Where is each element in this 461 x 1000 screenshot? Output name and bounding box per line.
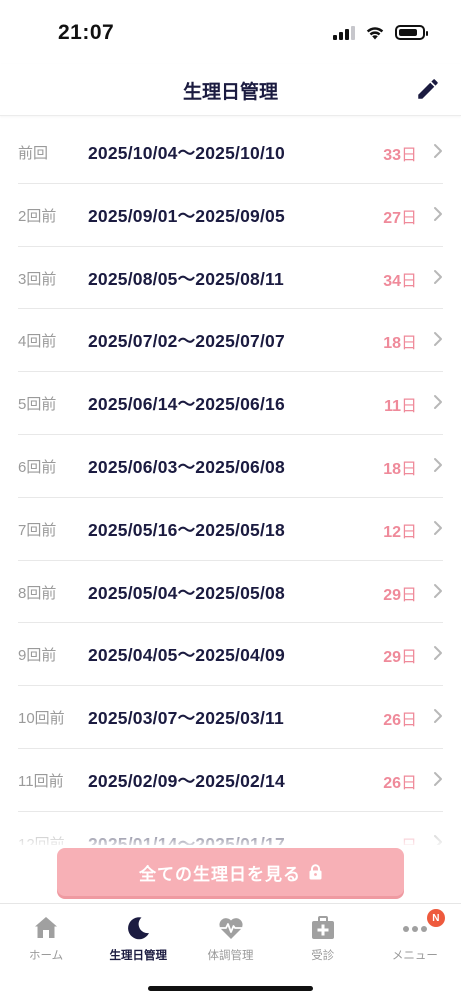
- period-index-label: 11回前: [18, 772, 64, 790]
- more-dots-icon: [402, 926, 427, 932]
- cycle-days: 日: [401, 832, 417, 845]
- period-row[interactable]: 6回前 2025/06/03〜2025/06/08 18日: [18, 435, 443, 498]
- chevron-right-icon: [434, 457, 442, 472]
- home-icon: [35, 917, 58, 938]
- period-row[interactable]: 9回前 2025/04/05〜2025/04/09 29日: [18, 623, 443, 687]
- period-date-range: 2025/05/04〜2025/05/08: [88, 582, 285, 603]
- status-time: 21:07: [58, 21, 115, 44]
- period-list: 前回 2025/10/04〜2025/10/10 33日 2回前 2025/09…: [0, 121, 461, 845]
- heart-pulse-icon: [218, 918, 243, 939]
- period-date-range: 2025/05/16〜2025/05/18: [88, 519, 285, 540]
- cycle-days: 27日: [383, 209, 417, 227]
- see-all-label: 全ての生理日を見る: [139, 864, 301, 884]
- cycle-days: 34日: [383, 272, 417, 290]
- cycle-days: 18日: [383, 335, 417, 353]
- period-row[interactable]: 2回前 2025/09/01〜2025/09/05 27日: [18, 184, 443, 247]
- period-index-label: 12回前: [18, 835, 65, 845]
- page-title: 生理日管理: [182, 82, 278, 103]
- period-row[interactable]: 11回前 2025/02/09〜2025/02/14 26日: [18, 749, 443, 812]
- status-icons: [333, 25, 428, 40]
- wifi-icon: [366, 27, 384, 40]
- period-row[interactable]: 8回前 2025/05/04〜2025/05/08 29日: [18, 561, 443, 624]
- chevron-right-icon: [434, 144, 442, 158]
- lock-icon: [309, 864, 322, 880]
- tab-label: 生理日管理: [109, 950, 168, 962]
- tab-home[interactable]: ホーム: [0, 904, 92, 1000]
- cycle-days: 26日: [383, 774, 417, 792]
- cycle-days: 18日: [383, 460, 417, 478]
- chevron-right-icon: [434, 206, 442, 221]
- period-index-label: 5回前: [18, 396, 57, 414]
- chevron-right-icon: [434, 771, 442, 786]
- period-date-range: 2025/06/14〜2025/06/16: [88, 394, 285, 415]
- tab-label: メニュー: [391, 950, 438, 962]
- period-row[interactable]: 前回 2025/10/04〜2025/10/10 33日: [18, 121, 443, 184]
- tab-label: ホーム: [29, 950, 64, 962]
- period-row[interactable]: 3回前 2025/08/05〜2025/08/11 34日: [18, 247, 443, 310]
- period-date-range: 2025/10/04〜2025/10/10: [88, 143, 285, 163]
- cellular-signal-icon: [333, 25, 355, 40]
- see-all-periods-button[interactable]: 全ての生理日を見る: [57, 848, 404, 896]
- chevron-right-icon: [434, 395, 442, 410]
- moon-icon: [128, 917, 150, 940]
- period-date-range: 2025/09/01〜2025/09/05: [88, 205, 285, 226]
- chevron-right-icon: [434, 332, 442, 347]
- navigation-bar: 生理日管理: [0, 64, 461, 116]
- period-date-range: 2025/02/09〜2025/02/14: [88, 770, 285, 791]
- period-date-range: 2025/04/05〜2025/04/09: [88, 645, 285, 666]
- medical-kit-icon: [311, 916, 334, 939]
- cycle-days: 33日: [383, 147, 417, 164]
- pencil-icon[interactable]: [415, 76, 441, 102]
- period-date-range: 2025/03/07〜2025/03/11: [88, 708, 284, 729]
- period-index-label: 8回前: [18, 584, 57, 602]
- chevron-right-icon: [434, 709, 442, 724]
- period-date-range: 2025/07/02〜2025/07/07: [88, 331, 285, 352]
- period-index-label: 7回前: [18, 521, 57, 539]
- cycle-days: 29日: [383, 586, 417, 604]
- period-date-range: 2025/08/05〜2025/08/11: [88, 268, 284, 289]
- battery-icon: [395, 25, 428, 40]
- period-index-label: 9回前: [18, 647, 57, 665]
- period-index-label: 6回前: [18, 458, 57, 476]
- chevron-right-icon: [434, 583, 442, 598]
- period-index-label: 10回前: [18, 710, 65, 728]
- home-indicator: [148, 986, 313, 991]
- chevron-right-icon: [434, 520, 442, 535]
- period-row[interactable]: 5回前 2025/06/14〜2025/06/16 11日: [18, 372, 443, 435]
- period-row[interactable]: 12回前 2025/01/14〜2025/01/17 日: [18, 812, 443, 845]
- cycle-days: 26日: [383, 712, 417, 730]
- period-row[interactable]: 7回前 2025/05/16〜2025/05/18 12日: [18, 498, 443, 561]
- chevron-right-icon: [434, 269, 442, 284]
- tab-label: 体調管理: [207, 950, 254, 962]
- tab-label: 受診: [311, 950, 335, 962]
- notification-badge: N: [426, 909, 445, 927]
- period-row[interactable]: 4回前 2025/07/02〜2025/07/07 18日: [18, 309, 443, 373]
- period-date-range: 2025/06/03〜2025/06/08: [88, 456, 285, 477]
- period-index-label: 前回: [18, 145, 49, 162]
- chevron-right-icon: [434, 646, 442, 661]
- period-index-label: 2回前: [18, 207, 57, 225]
- period-index-label: 4回前: [18, 333, 57, 351]
- period-row[interactable]: 10回前 2025/03/07〜2025/03/11 26日: [18, 686, 443, 749]
- cycle-days: 11日: [384, 398, 417, 416]
- tab-menu[interactable]: N メニュー: [369, 904, 461, 1000]
- period-date-range: 2025/01/14〜2025/01/17: [88, 833, 285, 845]
- period-index-label: 3回前: [18, 270, 57, 288]
- chevron-right-icon: [434, 834, 442, 845]
- cycle-days: 12日: [383, 523, 417, 541]
- status-bar: 21:07: [0, 0, 461, 64]
- cycle-days: 29日: [383, 649, 417, 667]
